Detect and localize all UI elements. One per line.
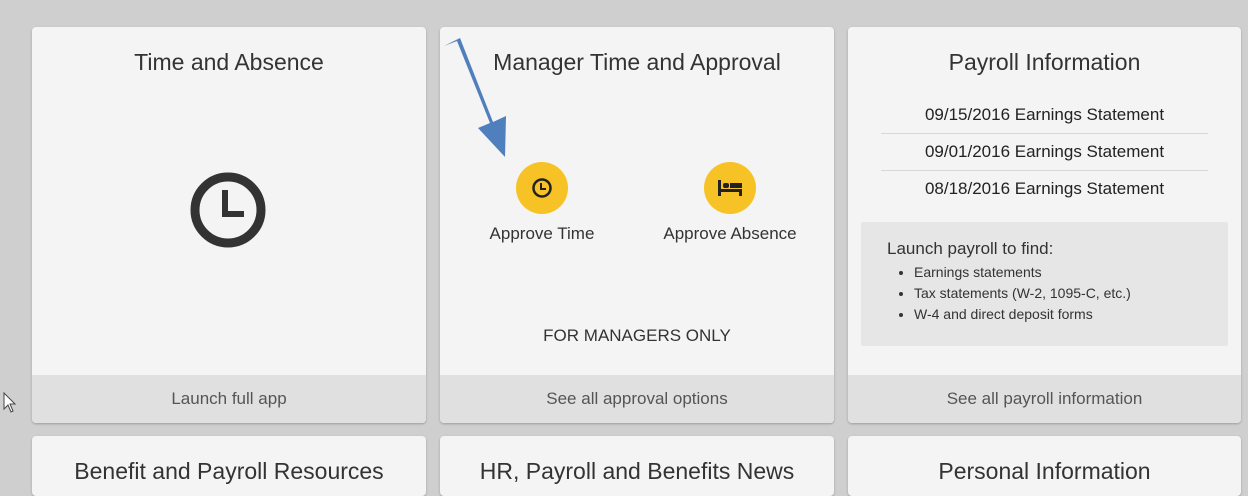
- annotation-arrow-icon: [444, 38, 506, 157]
- approve-time-label: Approve Time: [489, 224, 595, 243]
- card-title: Payroll Information: [948, 49, 1141, 75]
- card-title: Benefit and Payroll Resources: [74, 458, 384, 484]
- earnings-statement-link[interactable]: 09/15/2016 Earnings Statement: [881, 97, 1208, 134]
- card-title: HR, Payroll and Benefits News: [479, 458, 795, 484]
- see-all-payroll-information-link[interactable]: See all payroll information: [848, 375, 1241, 423]
- earnings-statement-link[interactable]: 09/01/2016 Earnings Statement: [881, 134, 1208, 171]
- approve-time-button[interactable]: Approve Time: [482, 162, 602, 244]
- time-absence-card[interactable]: Time and Absence Launch full app: [32, 27, 426, 423]
- managers-only-note: FOR MANAGERS ONLY: [543, 326, 731, 345]
- personal-information-card[interactable]: Personal Information: [848, 436, 1241, 496]
- list-item: Tax statements (W-2, 1095-C, etc.): [914, 283, 1131, 304]
- payroll-info-intro: Launch payroll to find:: [887, 239, 1054, 258]
- mouse-cursor-icon: [3, 392, 17, 413]
- card-title: Personal Information: [938, 458, 1151, 484]
- benefit-payroll-resources-card[interactable]: Benefit and Payroll Resources: [32, 436, 426, 496]
- payroll-info-box: Launch payroll to find: Earnings stateme…: [861, 222, 1228, 346]
- clock-icon: [190, 172, 266, 248]
- card-title: Time and Absence: [134, 49, 324, 75]
- payroll-info-list: Earnings statements Tax statements (W-2,…: [887, 262, 1131, 325]
- approve-absence-label: Approve Absence: [663, 224, 797, 243]
- hr-news-card[interactable]: HR, Payroll and Benefits News: [440, 436, 834, 496]
- list-item: W-4 and direct deposit forms: [914, 304, 1131, 325]
- clock-icon: [516, 162, 568, 214]
- launch-full-app-link[interactable]: Launch full app: [32, 375, 426, 423]
- list-item: Earnings statements: [914, 262, 1131, 283]
- see-all-approval-options-link[interactable]: See all approval options: [440, 375, 834, 423]
- payroll-information-card[interactable]: Payroll Information 09/15/2016 Earnings …: [848, 27, 1241, 423]
- bed-icon: [704, 162, 756, 214]
- approve-absence-button[interactable]: Approve Absence: [652, 162, 808, 244]
- earnings-statement-link[interactable]: 08/18/2016 Earnings Statement: [881, 171, 1208, 207]
